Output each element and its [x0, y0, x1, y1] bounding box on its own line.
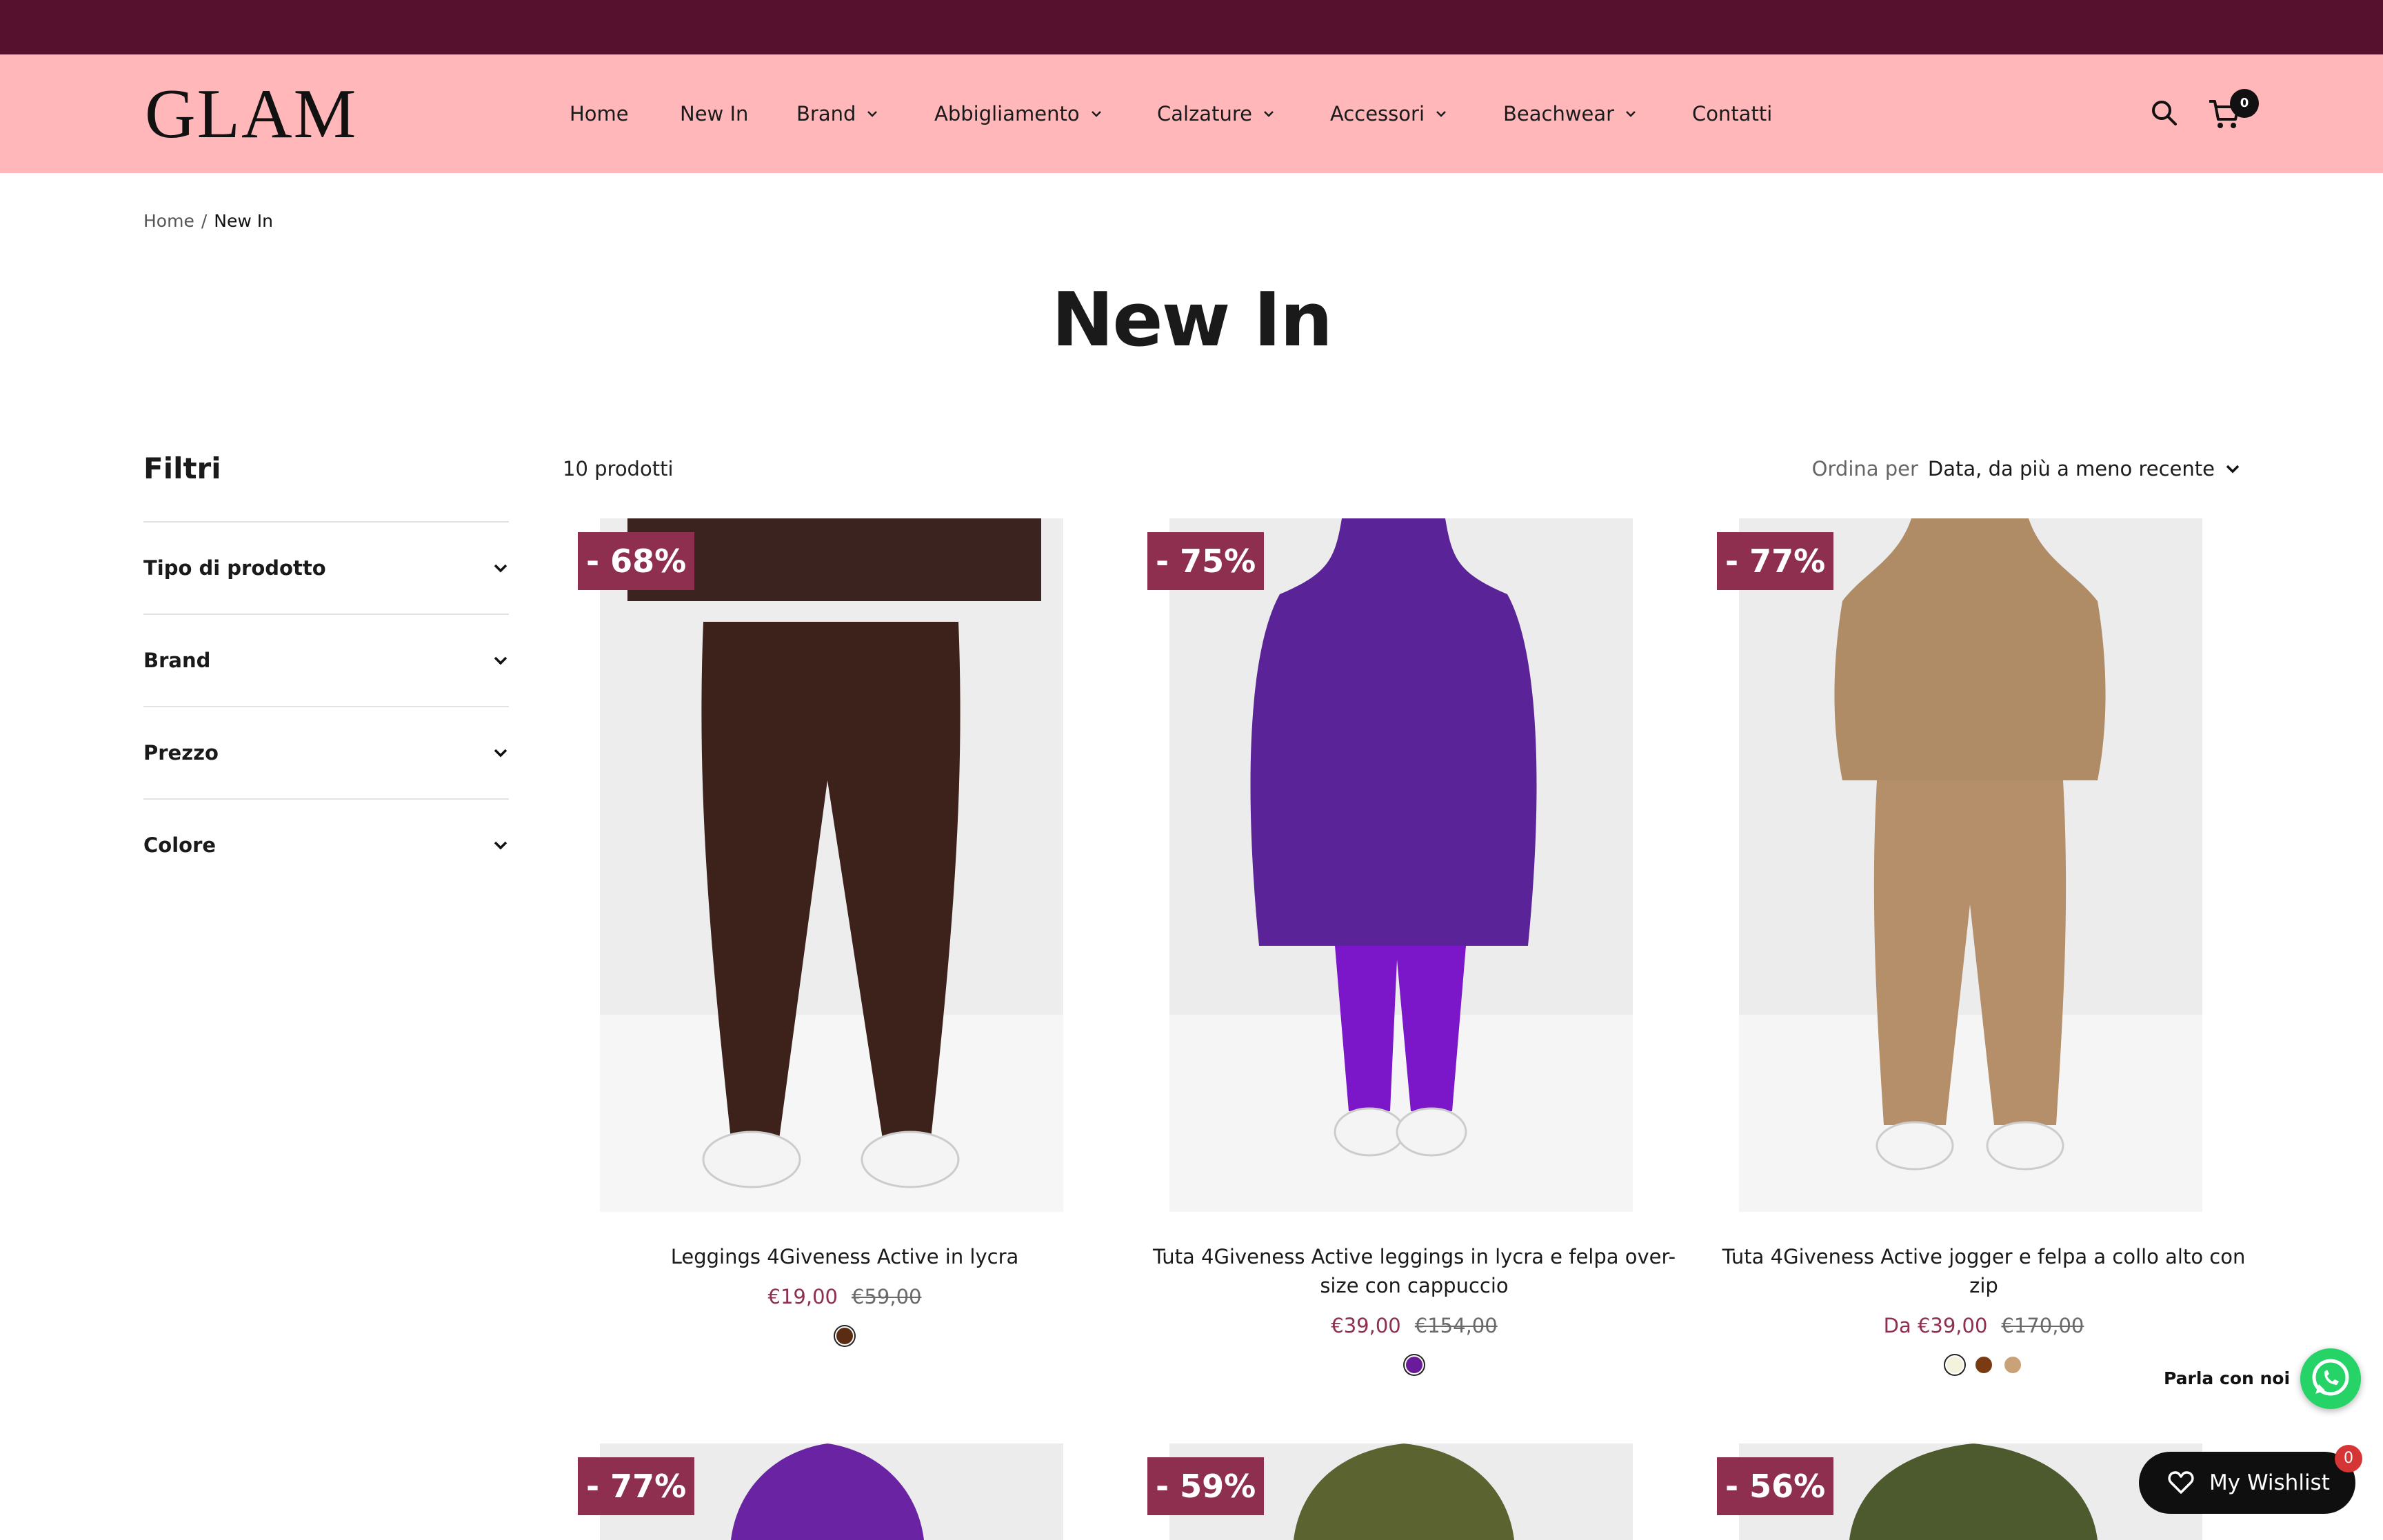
chevron-down-icon: [494, 656, 507, 665]
wishlist-label: My Wishlist: [2209, 1470, 2330, 1495]
filters-title: Filtri: [143, 452, 221, 485]
nav-label: Brand: [796, 102, 856, 125]
filter-product-type[interactable]: Tipo di prodotto: [143, 521, 509, 614]
discount-badge: - 77%: [578, 1457, 695, 1515]
product-name[interactable]: Tuta 4Giveness Active leggings in lycra …: [1147, 1242, 1681, 1300]
whatsapp-icon: [2312, 1359, 2349, 1396]
discount-badge: - 56%: [1717, 1457, 1834, 1515]
sort-dropdown[interactable]: Ordina per Data, da più a meno recente: [1812, 455, 2241, 483]
nav-item-beachwear[interactable]: Beachwear: [1503, 100, 1638, 128]
nav-item-contatti[interactable]: Contatti: [1692, 100, 1772, 128]
filter-label: Brand: [143, 649, 211, 672]
nav-label: Abbigliamento: [934, 102, 1080, 125]
wishlist-count-badge: 0: [2335, 1445, 2362, 1472]
discount-badge: - 68%: [578, 532, 695, 590]
chevron-down-icon: [1091, 111, 1101, 117]
compare-price: €59,00: [852, 1285, 922, 1308]
nav-label: Home: [570, 102, 629, 125]
sale-price: €39,00: [1331, 1314, 1401, 1337]
nav-item-new-in[interactable]: New In: [680, 100, 748, 128]
discount-badge: - 77%: [1717, 532, 1834, 590]
wishlist-button[interactable]: My Wishlist: [2139, 1452, 2355, 1514]
nav-label: Accessori: [1330, 102, 1425, 125]
nav-label: Contatti: [1692, 102, 1773, 125]
chat-label: Parla con noi: [2164, 1368, 2291, 1388]
page-title: New In: [1051, 277, 1333, 363]
site-logo[interactable]: GLAM: [145, 79, 357, 150]
cart-count-badge: 0: [2230, 89, 2259, 118]
compare-price: €154,00: [1414, 1314, 1498, 1337]
breadcrumb: Home / New In: [143, 210, 273, 233]
chevron-down-icon: [494, 749, 507, 758]
nav-item-accessori[interactable]: Accessori: [1330, 100, 1448, 128]
color-swatch[interactable]: [1974, 1355, 1993, 1375]
compare-price: €170,00: [2001, 1314, 2084, 1337]
color-swatches: [1147, 1355, 1681, 1375]
sort-value: Data, da più a meno recente: [1927, 457, 2215, 480]
product-image[interactable]: [600, 518, 1063, 1212]
sort-prefix: Ordina per: [1811, 457, 1918, 480]
filter-label: Colore: [143, 833, 217, 857]
color-swatch[interactable]: [1945, 1355, 1964, 1375]
chevron-down-icon: [494, 841, 507, 850]
nav-item-calzature[interactable]: Calzature: [1157, 100, 1276, 128]
sale-price: €19,00: [767, 1285, 838, 1308]
breadcrumb-home[interactable]: Home: [143, 210, 194, 233]
filter-color[interactable]: Colore: [143, 798, 509, 891]
product-prices: Da €39,00 €170,00: [1717, 1311, 2251, 1340]
filter-price[interactable]: Prezzo: [143, 706, 509, 798]
product-name[interactable]: Leggings 4Giveness Active in lycra: [578, 1242, 1112, 1271]
filter-brand[interactable]: Brand: [143, 614, 509, 706]
color-swatch[interactable]: [2003, 1355, 2022, 1375]
breadcrumb-current: New In: [214, 211, 273, 231]
announcement-bar: [0, 0, 2383, 54]
color-swatches: [578, 1326, 1112, 1346]
nav-item-abbigliamento[interactable]: Abbigliamento: [934, 100, 1103, 128]
filter-label: Tipo di prodotto: [143, 556, 326, 580]
chevron-down-icon: [2226, 465, 2240, 474]
discount-badge: - 75%: [1147, 532, 1265, 590]
heart-icon: [2168, 1471, 2194, 1494]
product-image[interactable]: [1169, 518, 1633, 1212]
product-count: 10 prodotti: [563, 457, 674, 480]
nav-item-brand[interactable]: Brand: [796, 100, 879, 128]
whatsapp-button[interactable]: [2300, 1348, 2361, 1409]
product-prices: €39,00 €154,00: [1147, 1311, 1681, 1340]
chevron-down-icon: [867, 111, 878, 117]
breadcrumb-separator: /: [201, 211, 208, 231]
chevron-down-icon: [494, 564, 507, 573]
product-name[interactable]: Tuta 4Giveness Active jogger e felpa a c…: [1717, 1242, 2251, 1300]
chevron-down-icon: [1436, 111, 1446, 117]
discount-badge: - 59%: [1147, 1457, 1265, 1515]
chevron-down-icon: [1626, 111, 1636, 117]
color-swatch[interactable]: [1405, 1355, 1424, 1375]
chevron-down-icon: [1264, 111, 1274, 117]
site-header: GLAM Home New In Brand Abbigliamento Cal…: [0, 54, 2383, 173]
nav-label: New In: [680, 102, 749, 125]
product-prices: €19,00 €59,00: [578, 1282, 1112, 1311]
product-image[interactable]: [1739, 518, 2202, 1212]
nav-label: Calzature: [1157, 102, 1252, 125]
filter-label: Prezzo: [143, 741, 219, 764]
nav-label: Beachwear: [1503, 102, 1615, 125]
color-swatch[interactable]: [835, 1326, 854, 1346]
search-icon[interactable]: [2150, 99, 2179, 128]
nav-item-home[interactable]: Home: [570, 100, 629, 128]
sale-price: Da €39,00: [1883, 1314, 1988, 1337]
